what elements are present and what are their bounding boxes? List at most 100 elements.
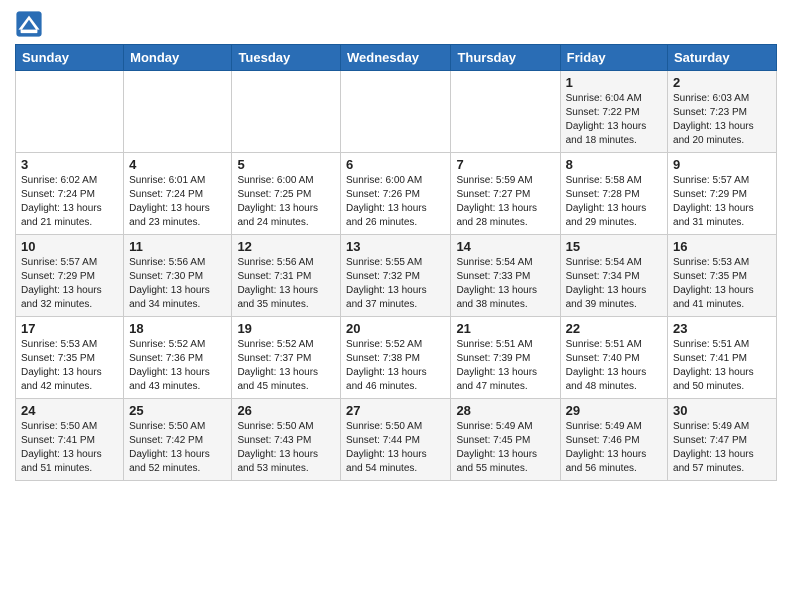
day-number: 18: [129, 321, 226, 336]
calendar-table: SundayMondayTuesdayWednesdayThursdayFrid…: [15, 44, 777, 481]
day-number: 20: [346, 321, 445, 336]
calendar-cell: 6 Sunrise: 6:00 AM Sunset: 7:26 PM Daylig…: [341, 153, 451, 235]
day-number: 7: [456, 157, 554, 172]
day-number: 26: [237, 403, 335, 418]
day-info: Sunrise: 5:49 AM Sunset: 7:47 PM Dayligh…: [673, 420, 771, 476]
logo: [15, 10, 45, 38]
day-info: Sunrise: 5:50 AM Sunset: 7:42 PM Dayligh…: [129, 420, 226, 476]
day-number: 22: [566, 321, 662, 336]
day-number: 3: [21, 157, 118, 172]
day-number: 5: [237, 157, 335, 172]
day-number: 14: [456, 239, 554, 254]
calendar-cell: [16, 71, 124, 153]
weekday-header-friday: Friday: [560, 45, 667, 71]
day-number: 19: [237, 321, 335, 336]
day-info: Sunrise: 6:02 AM Sunset: 7:24 PM Dayligh…: [21, 174, 118, 230]
calendar-cell: 7 Sunrise: 5:59 AM Sunset: 7:27 PM Daylig…: [451, 153, 560, 235]
calendar-cell: [341, 71, 451, 153]
day-number: 21: [456, 321, 554, 336]
calendar-cell: 28Sunrise: 5:49 AM Sunset: 7:45 PM Dayli…: [451, 399, 560, 481]
day-info: Sunrise: 6:00 AM Sunset: 7:26 PM Dayligh…: [346, 174, 445, 230]
day-number: 1: [566, 75, 662, 90]
calendar-cell: 20 Sunrise: 5:52 AM Sunset: 7:38 PM Dayli…: [341, 317, 451, 399]
header: [15, 10, 777, 38]
calendar-cell: 8Sunrise: 5:58 AM Sunset: 7:28 PM Daylig…: [560, 153, 667, 235]
day-number: 8: [566, 157, 662, 172]
day-number: 10: [21, 239, 118, 254]
day-info: Sunrise: 5:49 AM Sunset: 7:45 PM Dayligh…: [456, 420, 554, 476]
calendar-cell: 16 Sunrise: 5:53 AM Sunset: 7:35 PM Dayli…: [668, 235, 777, 317]
day-info: Sunrise: 5:53 AM Sunset: 7:35 PM Dayligh…: [21, 338, 118, 394]
day-number: 25: [129, 403, 226, 418]
calendar-cell: 9 Sunrise: 5:57 AM Sunset: 7:29 PM Daylig…: [668, 153, 777, 235]
calendar-cell: 4 Sunrise: 6:01 AM Sunset: 7:24 PM Daylig…: [124, 153, 232, 235]
day-number: 6: [346, 157, 445, 172]
day-info: Sunrise: 5:52 AM Sunset: 7:36 PM Dayligh…: [129, 338, 226, 394]
day-number: 24: [21, 403, 118, 418]
day-info: Sunrise: 5:51 AM Sunset: 7:39 PM Dayligh…: [456, 338, 554, 394]
calendar-cell: 25 Sunrise: 5:50 AM Sunset: 7:42 PM Dayli…: [124, 399, 232, 481]
calendar-cell: 3 Sunrise: 6:02 AM Sunset: 7:24 PM Daylig…: [16, 153, 124, 235]
day-number: 29: [566, 403, 662, 418]
calendar-cell: 30 Sunrise: 5:49 AM Sunset: 7:47 PM Dayli…: [668, 399, 777, 481]
day-number: 4: [129, 157, 226, 172]
day-info: Sunrise: 5:52 AM Sunset: 7:38 PM Dayligh…: [346, 338, 445, 394]
calendar-cell: 15 Sunrise: 5:54 AM Sunset: 7:34 PM Dayli…: [560, 235, 667, 317]
calendar-cell: 19 Sunrise: 5:52 AM Sunset: 7:37 PM Dayli…: [232, 317, 341, 399]
day-info: Sunrise: 6:01 AM Sunset: 7:24 PM Dayligh…: [129, 174, 226, 230]
day-info: Sunrise: 5:49 AM Sunset: 7:46 PM Dayligh…: [566, 420, 662, 476]
day-number: 9: [673, 157, 771, 172]
day-info: Sunrise: 5:56 AM Sunset: 7:30 PM Dayligh…: [129, 256, 226, 312]
calendar-cell: 22 Sunrise: 5:51 AM Sunset: 7:40 PM Dayli…: [560, 317, 667, 399]
day-number: 23: [673, 321, 771, 336]
calendar-cell: 27Sunrise: 5:50 AM Sunset: 7:44 PM Dayli…: [341, 399, 451, 481]
day-number: 27: [346, 403, 445, 418]
day-number: 11: [129, 239, 226, 254]
weekday-header-monday: Monday: [124, 45, 232, 71]
calendar-cell: [232, 71, 341, 153]
calendar-cell: 18 Sunrise: 5:52 AM Sunset: 7:36 PM Dayli…: [124, 317, 232, 399]
day-info: Sunrise: 5:57 AM Sunset: 7:29 PM Dayligh…: [21, 256, 118, 312]
day-info: Sunrise: 5:55 AM Sunset: 7:32 PM Dayligh…: [346, 256, 445, 312]
day-info: Sunrise: 5:50 AM Sunset: 7:43 PM Dayligh…: [237, 420, 335, 476]
day-info: Sunrise: 5:51 AM Sunset: 7:40 PM Dayligh…: [566, 338, 662, 394]
calendar-cell: 17 Sunrise: 5:53 AM Sunset: 7:35 PM Dayli…: [16, 317, 124, 399]
weekday-header-wednesday: Wednesday: [341, 45, 451, 71]
calendar-cell: 2 Sunrise: 6:03 AM Sunset: 7:23 PM Daylig…: [668, 71, 777, 153]
weekday-header-tuesday: Tuesday: [232, 45, 341, 71]
day-number: 30: [673, 403, 771, 418]
day-number: 17: [21, 321, 118, 336]
day-number: 12: [237, 239, 335, 254]
calendar-cell: 23 Sunrise: 5:51 AM Sunset: 7:41 PM Dayli…: [668, 317, 777, 399]
day-info: Sunrise: 5:50 AM Sunset: 7:41 PM Dayligh…: [21, 420, 118, 476]
weekday-header-thursday: Thursday: [451, 45, 560, 71]
day-info: Sunrise: 5:56 AM Sunset: 7:31 PM Dayligh…: [237, 256, 335, 312]
weekday-header-saturday: Saturday: [668, 45, 777, 71]
calendar-cell: [451, 71, 560, 153]
day-info: Sunrise: 5:51 AM Sunset: 7:41 PM Dayligh…: [673, 338, 771, 394]
calendar-cell: 21 Sunrise: 5:51 AM Sunset: 7:39 PM Dayli…: [451, 317, 560, 399]
day-info: Sunrise: 5:59 AM Sunset: 7:27 PM Dayligh…: [456, 174, 554, 230]
calendar-cell: [124, 71, 232, 153]
calendar-cell: 11 Sunrise: 5:56 AM Sunset: 7:30 PM Dayli…: [124, 235, 232, 317]
calendar-cell: 5 Sunrise: 6:00 AM Sunset: 7:25 PM Daylig…: [232, 153, 341, 235]
weekday-header-sunday: Sunday: [16, 45, 124, 71]
calendar-cell: 12 Sunrise: 5:56 AM Sunset: 7:31 PM Dayli…: [232, 235, 341, 317]
calendar-cell: 29 Sunrise: 5:49 AM Sunset: 7:46 PM Dayli…: [560, 399, 667, 481]
day-info: Sunrise: 6:03 AM Sunset: 7:23 PM Dayligh…: [673, 92, 771, 148]
day-info: Sunrise: 5:57 AM Sunset: 7:29 PM Dayligh…: [673, 174, 771, 230]
calendar-cell: 26 Sunrise: 5:50 AM Sunset: 7:43 PM Dayli…: [232, 399, 341, 481]
day-info: Sunrise: 5:53 AM Sunset: 7:35 PM Dayligh…: [673, 256, 771, 312]
day-info: Sunrise: 6:04 AM Sunset: 7:22 PM Dayligh…: [566, 92, 662, 148]
day-info: Sunrise: 5:52 AM Sunset: 7:37 PM Dayligh…: [237, 338, 335, 394]
day-info: Sunrise: 5:54 AM Sunset: 7:34 PM Dayligh…: [566, 256, 662, 312]
calendar-cell: 24 Sunrise: 5:50 AM Sunset: 7:41 PM Dayli…: [16, 399, 124, 481]
day-number: 16: [673, 239, 771, 254]
day-number: 13: [346, 239, 445, 254]
day-info: Sunrise: 6:00 AM Sunset: 7:25 PM Dayligh…: [237, 174, 335, 230]
day-number: 15: [566, 239, 662, 254]
calendar-cell: 13 Sunrise: 5:55 AM Sunset: 7:32 PM Dayli…: [341, 235, 451, 317]
day-number: 2: [673, 75, 771, 90]
calendar-cell: 10 Sunrise: 5:57 AM Sunset: 7:29 PM Dayli…: [16, 235, 124, 317]
page: SundayMondayTuesdayWednesdayThursdayFrid…: [0, 0, 792, 496]
